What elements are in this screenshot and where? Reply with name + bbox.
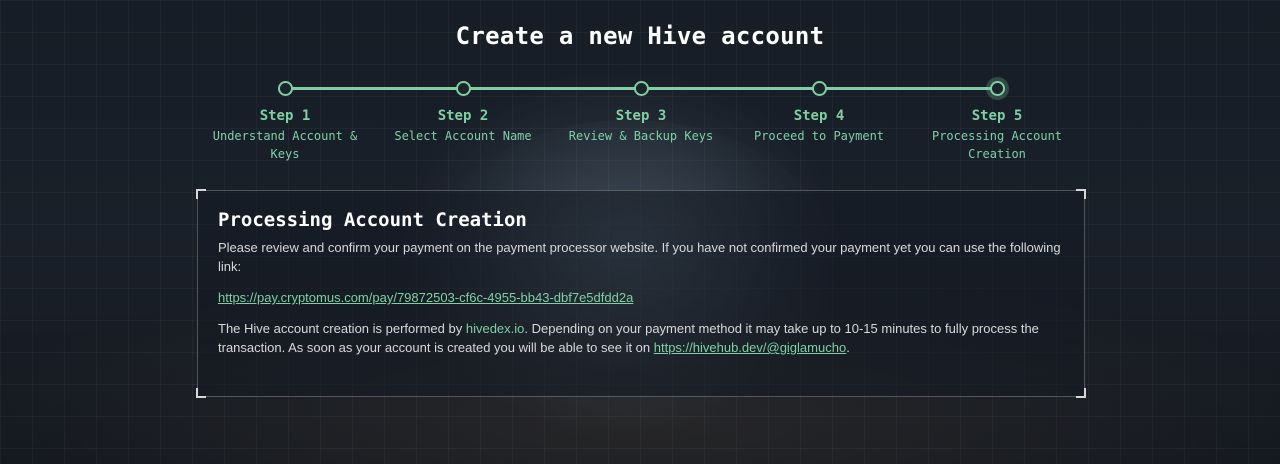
note-text: The Hive account creation is performed b… <box>218 321 466 336</box>
step-indicator-icon <box>455 81 471 96</box>
step-title: Step 2 <box>437 108 489 124</box>
step-description: Review & Backup Keys <box>568 129 714 143</box>
step-description: Proceed to Payment <box>753 129 885 143</box>
page-title: Create a new Hive account <box>455 22 825 50</box>
step-indicator-icon <box>811 81 827 96</box>
step-indicator-icon <box>633 81 649 96</box>
corner-bracket-icon <box>1076 388 1086 398</box>
processing-panel: Processing Account Creation Please revie… <box>196 189 1086 398</box>
corner-bracket-icon <box>1076 189 1086 199</box>
step-title: Step 4 <box>793 108 845 124</box>
step-3: Step 3 Review & Backup Keys <box>561 78 721 145</box>
step-description: Understand Account & Keys <box>212 129 358 161</box>
payment-instructions: Please review and confirm your payment o… <box>218 240 1061 274</box>
step-description: Processing Account Creation <box>931 129 1063 161</box>
step-2: Step 2 Select Account Name <box>383 78 543 145</box>
step-indicator-current-icon <box>989 81 1005 96</box>
note-text: . <box>846 340 850 355</box>
panel-title: Processing Account Creation <box>218 209 527 231</box>
step-title: Step 3 <box>615 108 667 124</box>
step-4: Step 4 Proceed to Payment <box>739 78 899 145</box>
provider-name: hivedex.io <box>465 321 525 336</box>
corner-bracket-icon <box>196 388 206 398</box>
step-5: Step 5 Processing Account Creation <box>917 78 1077 163</box>
step-1: Step 1 Understand Account & Keys <box>205 78 365 163</box>
payment-link[interactable]: https://pay.cryptomus.com/pay/79872503-c… <box>218 290 633 305</box>
step-title: Step 5 <box>971 108 1023 124</box>
account-link[interactable]: https://hivehub.dev/@giglamucho <box>654 340 846 355</box>
main-content: Create a new Hive account Step 1 Underst… <box>0 0 1280 464</box>
step-indicator-icon <box>277 81 293 96</box>
panel-body: Processing Account Creation Please revie… <box>218 209 1066 357</box>
step-description: Select Account Name <box>394 129 532 143</box>
corner-bracket-icon <box>196 189 206 199</box>
processing-note: The Hive account creation is performed b… <box>218 319 1066 357</box>
progress-stepper: Step 1 Understand Account & Keys Step 2 … <box>0 78 1280 168</box>
step-title: Step 1 <box>259 108 311 124</box>
payment-link-paragraph: https://pay.cryptomus.com/pay/79872503-c… <box>218 288 1066 307</box>
